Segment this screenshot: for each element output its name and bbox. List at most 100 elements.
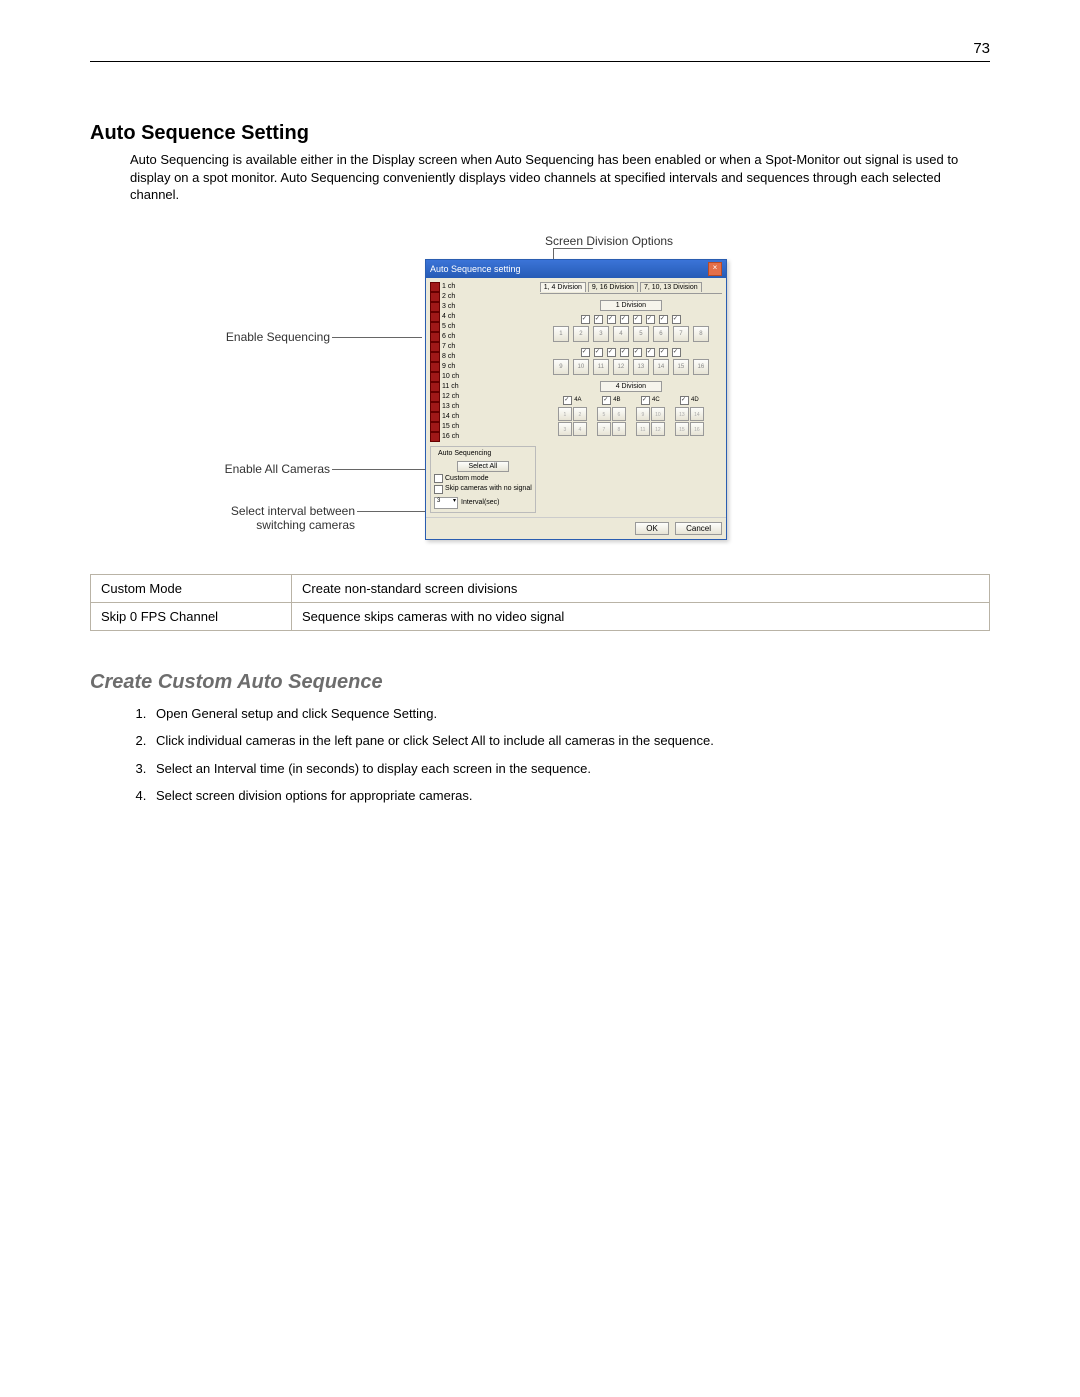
channel-button[interactable]: 12 bbox=[613, 359, 629, 375]
def-key: Custom Mode bbox=[91, 574, 292, 602]
channel-button[interactable]: 14 bbox=[653, 359, 669, 375]
channel-label: 6 ch bbox=[442, 333, 455, 340]
heading-create-custom: Create Custom Auto Sequence bbox=[90, 671, 990, 694]
channel-row[interactable]: 4 ch bbox=[430, 312, 480, 322]
group-checkbox[interactable] bbox=[602, 396, 611, 405]
callout-line bbox=[357, 511, 427, 512]
tab-1-4-division[interactable]: 1, 4 Division bbox=[540, 282, 586, 292]
channel-button[interactable]: 11 bbox=[593, 359, 609, 375]
channel-row[interactable]: 9 ch bbox=[430, 362, 480, 372]
channel-row[interactable]: 2 ch bbox=[430, 292, 480, 302]
channel-button[interactable]: 15 bbox=[673, 359, 689, 375]
channel-row[interactable]: 16 ch bbox=[430, 432, 480, 442]
channel-enable-icon bbox=[430, 312, 440, 322]
channel-button[interactable]: 8 bbox=[693, 326, 709, 342]
channel-button[interactable]: 3 bbox=[593, 326, 609, 342]
channel-button[interactable]: 6 bbox=[653, 326, 669, 342]
channel-checkbox[interactable] bbox=[581, 348, 590, 357]
list-item: Select an Interval time (in seconds) to … bbox=[150, 759, 990, 779]
channel-row[interactable]: 13 ch bbox=[430, 402, 480, 412]
channel-row[interactable]: 10 ch bbox=[430, 372, 480, 382]
channel-label: 9 ch bbox=[442, 363, 455, 370]
cancel-button[interactable]: Cancel bbox=[675, 522, 722, 535]
channel-label: 1 ch bbox=[442, 283, 455, 290]
channel-enable-icon bbox=[430, 302, 440, 312]
channel-row[interactable]: 14 ch bbox=[430, 412, 480, 422]
channel-label: 12 ch bbox=[442, 393, 459, 400]
channel-row[interactable]: 6 ch bbox=[430, 332, 480, 342]
channel-button[interactable]: 5 bbox=[633, 326, 649, 342]
interval-label: Interval(sec) bbox=[461, 499, 500, 506]
channel-button[interactable]: 13 bbox=[633, 359, 649, 375]
channel-checkbox[interactable] bbox=[594, 315, 603, 324]
group-label-4b: 4B bbox=[613, 397, 620, 403]
division-tabs: 1, 4 Division 9, 16 Division 7, 10, 13 D… bbox=[540, 282, 722, 294]
channel-checkbox[interactable] bbox=[594, 348, 603, 357]
channel-enable-icon bbox=[430, 372, 440, 382]
list-item: Select screen division options for appro… bbox=[150, 786, 990, 806]
channel-button[interactable]: 4 bbox=[613, 326, 629, 342]
channel-row[interactable]: 11 ch bbox=[430, 382, 480, 392]
group-label-4a: 4A bbox=[574, 397, 581, 403]
four-grid-c[interactable]: 9101112 bbox=[636, 407, 665, 436]
channel-enable-icon bbox=[430, 322, 440, 332]
channel-button[interactable]: 10 bbox=[573, 359, 589, 375]
channel-row[interactable]: 15 ch bbox=[430, 422, 480, 432]
channel-row[interactable]: 8 ch bbox=[430, 352, 480, 362]
heading-auto-sequence: Auto Sequence Setting bbox=[90, 122, 990, 145]
channel-checkbox[interactable] bbox=[620, 315, 629, 324]
channel-checkbox[interactable] bbox=[646, 348, 655, 357]
channel-checkbox[interactable] bbox=[633, 315, 642, 324]
channel-checkbox[interactable] bbox=[672, 348, 681, 357]
checkbox-icon bbox=[434, 474, 443, 483]
channel-enable-icon bbox=[430, 422, 440, 432]
group-checkbox[interactable] bbox=[680, 396, 689, 405]
channel-checkbox[interactable] bbox=[607, 348, 616, 357]
channel-button[interactable]: 1 bbox=[553, 326, 569, 342]
channel-button[interactable]: 16 bbox=[693, 359, 709, 375]
channel-enable-icon bbox=[430, 392, 440, 402]
group-checkbox[interactable] bbox=[563, 396, 572, 405]
channel-checkbox[interactable] bbox=[581, 315, 590, 324]
channel-checkbox[interactable] bbox=[672, 315, 681, 324]
four-division-label: 4 Division bbox=[600, 381, 662, 392]
channel-row[interactable]: 3 ch bbox=[430, 302, 480, 312]
channel-button[interactable]: 9 bbox=[553, 359, 569, 375]
tab-9-16-division[interactable]: 9, 16 Division bbox=[588, 282, 638, 292]
four-grid-a[interactable]: 1234 bbox=[558, 407, 587, 436]
four-grid-b[interactable]: 5678 bbox=[597, 407, 626, 436]
skip-nosignal-checkbox[interactable]: Skip cameras with no signal bbox=[434, 485, 532, 494]
interval-select[interactable]: 3 bbox=[434, 497, 458, 509]
checkbox-row-2 bbox=[540, 348, 722, 357]
channel-row[interactable]: 1 ch bbox=[430, 282, 480, 292]
channel-row[interactable]: 5 ch bbox=[430, 322, 480, 332]
channel-label: 5 ch bbox=[442, 323, 455, 330]
callout-line bbox=[332, 337, 422, 338]
channel-checkbox[interactable] bbox=[646, 315, 655, 324]
channel-enable-icon bbox=[430, 402, 440, 412]
dialog-titlebar[interactable]: Auto Sequence setting × bbox=[426, 260, 726, 278]
channel-checkbox[interactable] bbox=[659, 315, 668, 324]
channel-button[interactable]: 7 bbox=[673, 326, 689, 342]
list-item: Open General setup and click Sequence Se… bbox=[150, 704, 990, 724]
channel-row[interactable]: 12 ch bbox=[430, 392, 480, 402]
channel-checkbox[interactable] bbox=[607, 315, 616, 324]
group-checkbox[interactable] bbox=[641, 396, 650, 405]
list-item: Click individual cameras in the left pan… bbox=[150, 731, 990, 751]
close-icon[interactable]: × bbox=[708, 262, 722, 276]
channel-button[interactable]: 2 bbox=[573, 326, 589, 342]
channel-row[interactable]: 7 ch bbox=[430, 342, 480, 352]
four-grid-d[interactable]: 13141516 bbox=[675, 407, 704, 436]
channel-checkbox[interactable] bbox=[620, 348, 629, 357]
select-all-button[interactable]: Select All bbox=[457, 461, 509, 472]
custom-mode-checkbox[interactable]: Custom mode bbox=[434, 474, 532, 483]
channel-label: 16 ch bbox=[442, 433, 459, 440]
channel-checkbox[interactable] bbox=[633, 348, 642, 357]
intro-paragraph: Auto Sequencing is available either in t… bbox=[130, 151, 990, 204]
tab-7-10-13-division[interactable]: 7, 10, 13 Division bbox=[640, 282, 702, 292]
ok-button[interactable]: OK bbox=[635, 522, 669, 535]
channel-label: 7 ch bbox=[442, 343, 455, 350]
channel-label: 3 ch bbox=[442, 303, 455, 310]
channel-checkbox[interactable] bbox=[659, 348, 668, 357]
table-row: Custom Mode Create non-standard screen d… bbox=[91, 574, 990, 602]
